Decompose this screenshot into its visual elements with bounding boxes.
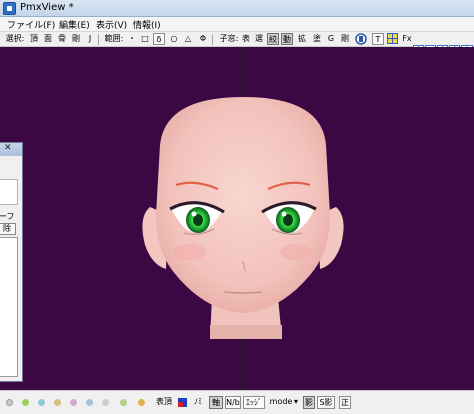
range-phi-button[interactable]: Φ bbox=[198, 33, 208, 45]
fx-button[interactable]: Fx bbox=[400, 33, 414, 45]
menu-file[interactable]: ファイル(F) bbox=[7, 18, 55, 31]
cyan-circle-icon[interactable] bbox=[38, 399, 45, 406]
status-bar: 表頂 ﾉﾐ 軸 N/b ｴｯｼﾞ mode ▾ 影 S影 正 bbox=[0, 390, 474, 414]
3d-viewport[interactable]: ✕ ーフ 除 bbox=[0, 47, 474, 390]
grid-icon[interactable] bbox=[386, 33, 398, 45]
light-circle-icon[interactable] bbox=[102, 399, 109, 406]
morph-list[interactable] bbox=[0, 237, 18, 377]
range-dot-button[interactable]: ・ bbox=[128, 33, 136, 45]
toolbar: 選択: 頂 面 骨 剛 J 範囲: ・ □ δ ○ △ Φ 子窓: 表 選 絞 … bbox=[0, 32, 474, 47]
correct-toggle-button[interactable]: 正 bbox=[339, 396, 351, 409]
toolbar-separator bbox=[212, 34, 213, 45]
menu-info[interactable]: 情報(I) bbox=[133, 18, 161, 31]
texture-t-button[interactable]: T bbox=[372, 33, 384, 45]
axis-toggle-button[interactable]: 軸 bbox=[209, 396, 223, 409]
gray-circle-icon[interactable] bbox=[6, 399, 13, 406]
select-vertex-button[interactable]: 頂 bbox=[29, 33, 39, 45]
side-panel-list-top bbox=[0, 179, 18, 205]
subform-select-button[interactable]: 選 bbox=[254, 33, 264, 45]
morph-label: ーフ bbox=[0, 212, 15, 221]
normal-toggle-button[interactable]: N/b bbox=[225, 396, 241, 409]
menu-view[interactable]: 表示(V) bbox=[96, 18, 127, 31]
leaf-icon[interactable] bbox=[120, 399, 127, 406]
yellow-circle-icon[interactable] bbox=[54, 399, 61, 406]
red-swatch-icon[interactable] bbox=[178, 402, 183, 407]
shield-icon[interactable] bbox=[354, 33, 368, 45]
subform-label: 子窓: bbox=[219, 34, 239, 43]
select-joint-button[interactable]: J bbox=[85, 33, 95, 45]
subform-strong-button[interactable]: 剛 bbox=[340, 33, 350, 45]
app-icon bbox=[3, 2, 16, 15]
range-triangle-button[interactable]: △ bbox=[183, 33, 193, 45]
show-top-label[interactable]: 表頂 bbox=[154, 396, 174, 409]
subform-twist-button[interactable]: 絞 bbox=[267, 33, 279, 45]
select-rigid-button[interactable]: 剛 bbox=[71, 33, 81, 45]
edge-toggle-button[interactable]: ｴｯｼﾞ bbox=[243, 396, 265, 409]
mi-label[interactable]: ﾉﾐ bbox=[190, 396, 206, 409]
subform-table-button[interactable]: 表 bbox=[241, 33, 251, 45]
blue-circle-icon[interactable] bbox=[86, 399, 93, 406]
remove-button[interactable]: 除 bbox=[0, 223, 16, 235]
shield-icon-graphic bbox=[355, 33, 367, 45]
menu-bar: ファイル(F) 編集(E) 表示(V) 情報(I) bbox=[0, 17, 474, 32]
menu-edit[interactable]: 編集(E) bbox=[59, 18, 90, 31]
mode-dropdown[interactable]: mode bbox=[268, 396, 294, 409]
amber-circle-icon[interactable] bbox=[138, 399, 145, 406]
range-square-button[interactable]: □ bbox=[140, 33, 150, 45]
grid-icon-graphic bbox=[386, 33, 398, 44]
chevron-down-icon[interactable]: ▾ bbox=[292, 396, 300, 409]
self-shadow-toggle-button[interactable]: S影 bbox=[317, 396, 335, 409]
toolbar-separator bbox=[98, 34, 99, 45]
morph-side-panel: ✕ ーフ 除 bbox=[0, 142, 23, 382]
range-circle-button[interactable]: ○ bbox=[169, 33, 179, 45]
select-face-button[interactable]: 面 bbox=[43, 33, 53, 45]
green-circle-icon[interactable] bbox=[22, 399, 29, 406]
shadow-toggle-button[interactable]: 影 bbox=[303, 396, 315, 409]
range-label: 範囲: bbox=[104, 34, 124, 43]
model-head[interactable] bbox=[0, 47, 474, 390]
pink-circle-icon[interactable] bbox=[70, 399, 77, 406]
subform-expand-button[interactable]: 拡 bbox=[297, 33, 307, 45]
window-title: PmxView * bbox=[20, 2, 74, 13]
subform-paint-button[interactable]: 塗 bbox=[312, 33, 322, 45]
select-bone-button[interactable]: 骨 bbox=[57, 33, 67, 45]
subform-g-button[interactable]: G bbox=[326, 33, 336, 45]
select-mode-label: 選択: bbox=[5, 34, 25, 43]
range-delta-button[interactable]: δ bbox=[153, 33, 165, 45]
side-panel-header[interactable]: ✕ bbox=[0, 143, 22, 156]
pmxview-window: PmxView * ファイル(F) 編集(E) 表示(V) 情報(I) 選択: … bbox=[0, 0, 474, 414]
title-bar[interactable]: PmxView * bbox=[0, 0, 474, 17]
subform-move-button[interactable]: 動 bbox=[281, 33, 293, 45]
close-icon[interactable]: ✕ bbox=[4, 143, 12, 153]
